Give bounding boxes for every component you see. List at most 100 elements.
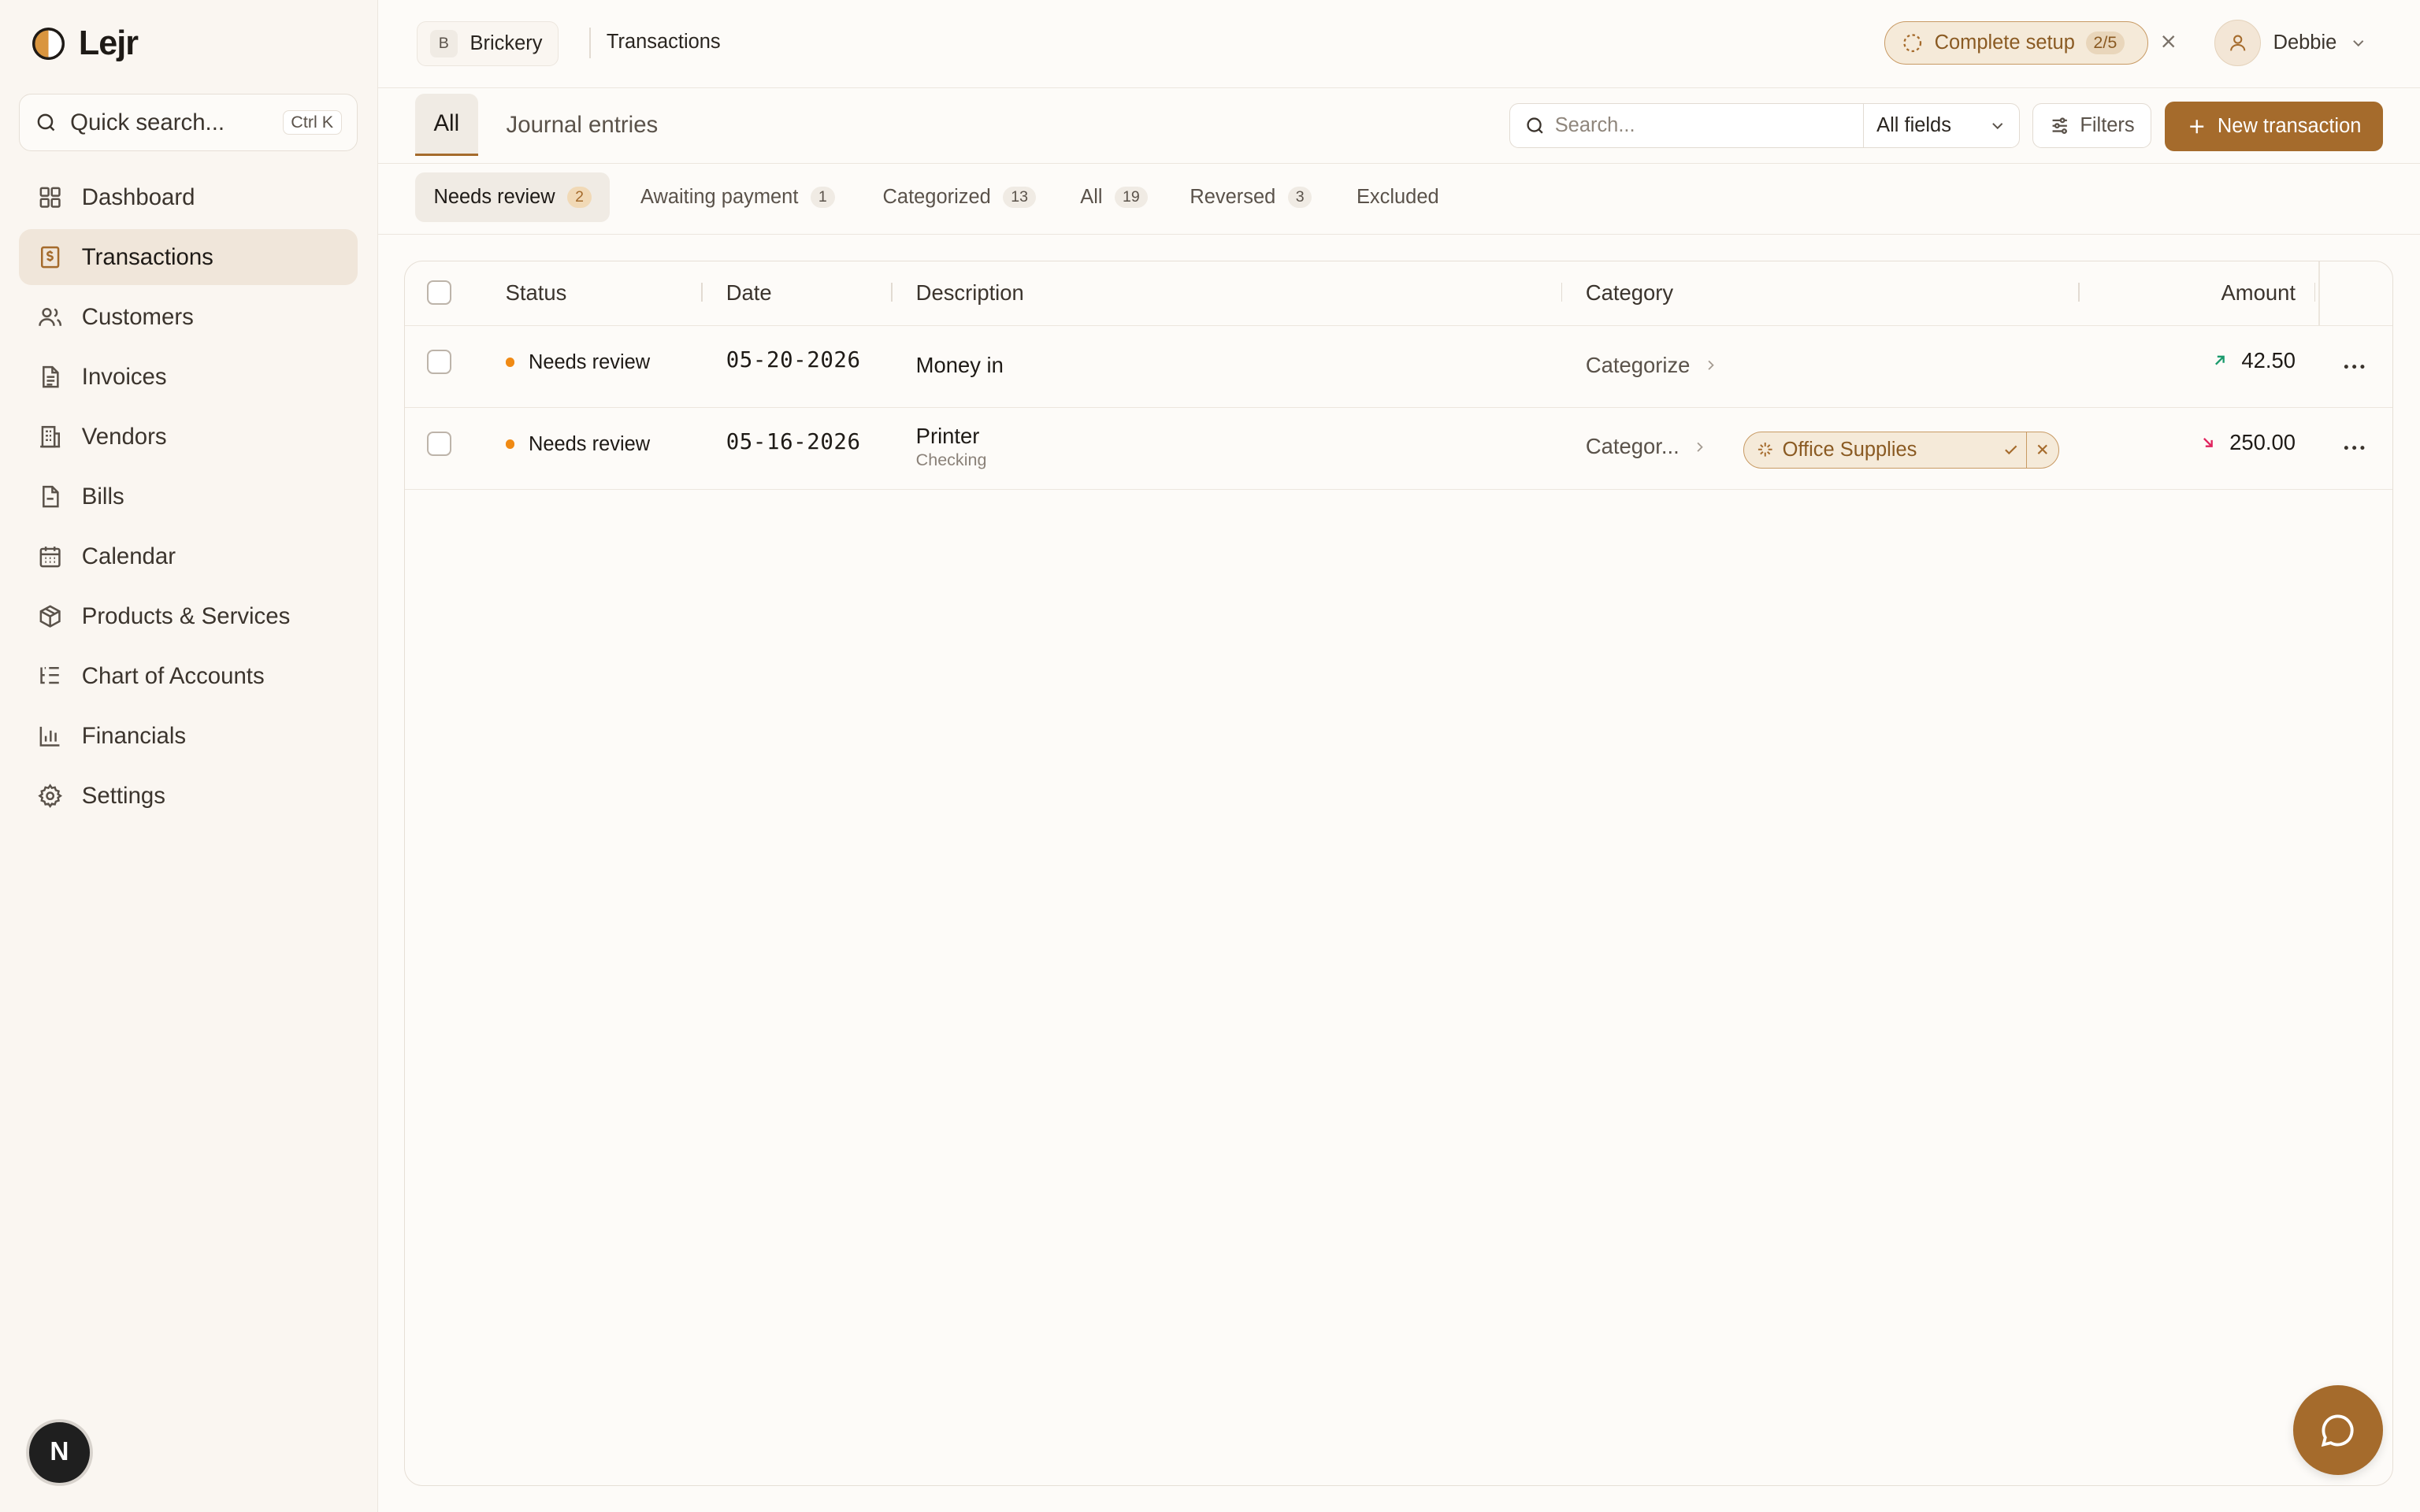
quick-search-label: Quick search... (70, 109, 225, 135)
column-header-description[interactable]: Description (916, 280, 1024, 306)
sidebar-item-calendar[interactable]: Calendar (19, 528, 358, 584)
subtab-label: Reversed (1190, 186, 1276, 209)
top-bar: B Brickery Transactions Complete setup 2… (377, 0, 2420, 88)
sidebar-item-label: Dashboard (81, 183, 195, 210)
column-header-amount[interactable]: Amount (2221, 280, 2296, 306)
filters-label: Filters (2080, 114, 2135, 137)
sidebar-item-label: Calendar (81, 543, 176, 569)
count-badge: 2 (567, 187, 592, 209)
progress-circle-icon (1902, 32, 1923, 54)
more-icon[interactable] (2340, 353, 2368, 380)
close-icon[interactable] (2158, 31, 2179, 52)
chevron-right-icon (1691, 439, 1709, 456)
status-text: Needs review (528, 432, 651, 455)
column-header-date[interactable]: Date (726, 280, 772, 306)
transaction-description: Printer Checking (916, 424, 987, 470)
sidebar-item-vendors[interactable]: Vendors (19, 409, 358, 465)
new-transaction-button[interactable]: New transaction (2165, 102, 2383, 151)
sidebar-item-settings[interactable]: Settings (19, 768, 358, 824)
count-badge: 3 (1287, 187, 1312, 209)
sidebar-item-products-services[interactable]: Products & Services (19, 588, 358, 644)
categorize-button[interactable]: Categor... (1586, 434, 1709, 459)
close-icon[interactable] (2026, 432, 2058, 468)
count-badge: 1 (811, 187, 835, 209)
app-logo[interactable]: Lejr (31, 24, 139, 63)
categorize-button[interactable]: Categorize (1586, 353, 1720, 378)
suggestion-label-area[interactable]: Office Supplies (1744, 432, 1995, 468)
subtab-label: All (1080, 186, 1103, 209)
count-badge: 19 (1115, 187, 1148, 209)
subtab-label: Excluded (1356, 186, 1439, 209)
complete-setup-button[interactable]: Complete setup 2/5 (1884, 21, 2148, 65)
more-icon[interactable] (2340, 434, 2368, 461)
sliders-icon (2049, 115, 2070, 136)
sidebar-item-invoices[interactable]: Invoices (19, 349, 358, 405)
row-checkbox[interactable] (426, 431, 452, 456)
subtab-needs-review[interactable]: Needs review 2 (414, 172, 611, 223)
tab-journal-entries[interactable]: Journal entries (507, 94, 659, 155)
sidebar-item-chart-of-accounts[interactable]: Chart of Accounts (19, 648, 358, 704)
user-menu[interactable]: Debbie (2214, 20, 2368, 67)
sidebar-item-dashboard[interactable]: Dashboard (19, 169, 358, 225)
sidebar-item-transactions[interactable]: Transactions (18, 229, 358, 285)
box-icon (39, 605, 61, 628)
chat-button[interactable] (2293, 1385, 2383, 1475)
workspace-avatar[interactable]: N (29, 1422, 90, 1483)
tab-all[interactable]: All (414, 94, 478, 156)
sidebar-item-label: Settings (81, 782, 165, 809)
column-resizer[interactable] (1561, 283, 1563, 302)
calendar-icon (39, 547, 61, 568)
subtab-excluded[interactable]: Excluded (1338, 172, 1457, 222)
search-icon (35, 111, 58, 134)
status-badge: Needs review (505, 351, 650, 374)
file-icon (43, 486, 59, 508)
transaction-date: 05-16-2026 (726, 429, 861, 454)
search-input[interactable] (1545, 104, 1864, 148)
sidebar-item-label: Financials (81, 722, 187, 749)
plus-icon (2187, 117, 2207, 136)
status-badge: Needs review (505, 432, 651, 456)
column-resizer[interactable] (891, 283, 893, 302)
subtab-reversed[interactable]: Reversed 3 (1171, 172, 1331, 222)
column-header-category[interactable]: Category (1586, 280, 1673, 306)
search-box: All fields (1509, 103, 2021, 149)
check-icon[interactable] (1995, 432, 2026, 468)
sparkle-icon (1756, 440, 1775, 459)
setup-label: Complete setup (1934, 32, 2075, 54)
sidebar-item-label: Invoices (81, 363, 167, 390)
organization-switcher[interactable]: B Brickery (416, 21, 559, 67)
categorize-label: Categor... (1585, 434, 1680, 459)
transactions-table: Status Date Description Category Amount … (404, 261, 2394, 1486)
breadcrumb-divider (589, 28, 592, 59)
arrow-down-right-icon (2199, 433, 2218, 452)
arrow-up-right-icon (2210, 351, 2229, 370)
setup-progress-badge: 2/5 (2085, 32, 2125, 55)
search-icon (1524, 115, 1546, 136)
column-header-status[interactable]: Status (506, 280, 567, 306)
subtab-awaiting-payment[interactable]: Awaiting payment 1 (622, 172, 853, 222)
row-checkbox[interactable] (426, 349, 452, 375)
sidebar-item-financials[interactable]: Financials (19, 708, 358, 764)
search-field-select[interactable]: All fields (1863, 104, 2019, 148)
subtab-all[interactable]: All 19 (1062, 172, 1166, 222)
description-text: Money in (915, 352, 1004, 377)
filters-button[interactable]: Filters (2032, 103, 2151, 149)
column-resizer[interactable] (2077, 283, 2080, 302)
sidebar-item-customers[interactable]: Customers (19, 289, 358, 345)
column-resizer[interactable] (701, 283, 703, 302)
subtab-label: Awaiting payment (640, 186, 799, 209)
table-row[interactable]: Needs review 05-20-2026 Money in Categor… (405, 326, 2393, 409)
chevron-down-icon (2349, 34, 2368, 53)
subtab-categorized[interactable]: Categorized 13 (864, 172, 1054, 222)
table-row[interactable]: Needs review 05-16-2026 Printer Checking… (405, 408, 2393, 490)
category-suggestion: Office Supplies (1743, 431, 2060, 469)
select-all-checkbox[interactable] (426, 280, 452, 305)
quick-search-button[interactable]: Quick search... Ctrl K (18, 94, 358, 151)
sidebar-item-label: Bills (81, 483, 124, 510)
document-icon (43, 366, 59, 388)
building-icon (40, 426, 61, 448)
sidebar-item-bills[interactable]: Bills (19, 469, 358, 524)
search-field-value: All fields (1876, 114, 1951, 137)
transaction-description: Money in (916, 353, 1004, 378)
column-resizer[interactable] (2314, 283, 2316, 302)
